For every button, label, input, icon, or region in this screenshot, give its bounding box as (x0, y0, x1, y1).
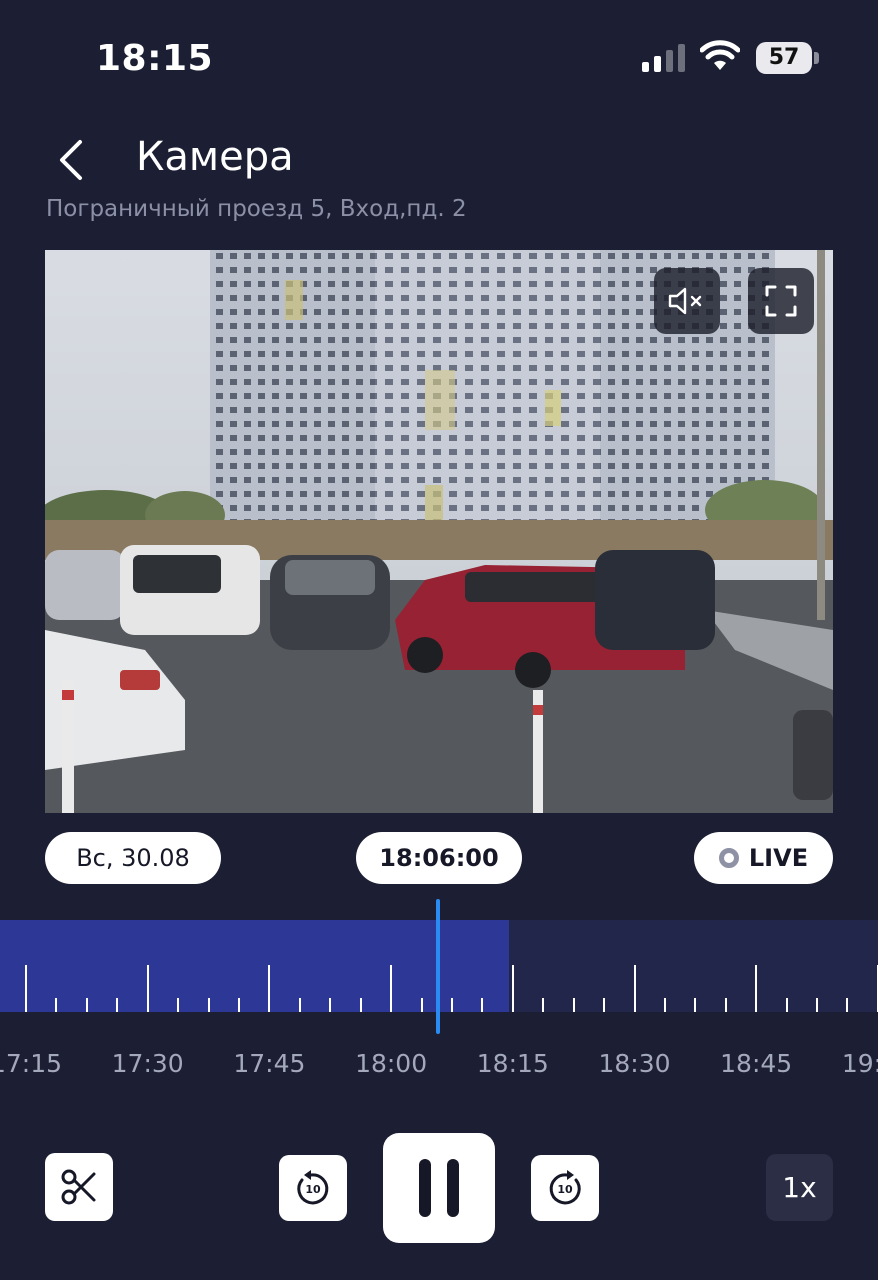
timeline-major-tick (633, 965, 636, 1012)
timeline-label: 18:45 (720, 1049, 793, 1078)
forward-seconds: 10 (557, 1183, 573, 1196)
timeline-minor-tick (481, 998, 484, 1012)
timeline-minor-tick (116, 998, 119, 1012)
mute-button[interactable] (654, 268, 720, 334)
timeline-label: 18:15 (476, 1049, 549, 1078)
battery-indicator: 57 (756, 42, 820, 74)
timeline-recorded-segment (0, 920, 509, 1012)
timeline-major-tick (25, 965, 27, 1012)
timeline-minor-tick (207, 998, 210, 1012)
wifi-icon (700, 40, 740, 70)
page-title: Камера (136, 134, 294, 180)
timeline-minor-tick (785, 998, 788, 1012)
timeline-minor-tick (329, 998, 332, 1012)
timeline-minor-tick (572, 998, 575, 1012)
pause-button[interactable] (383, 1133, 495, 1243)
forward-10-button[interactable]: 10 (531, 1155, 599, 1221)
timeline-minor-tick (359, 998, 362, 1012)
timeline-major-tick (390, 965, 393, 1012)
rewind-seconds: 10 (305, 1183, 321, 1196)
timeline-major-tick (146, 965, 149, 1012)
timeline-label: 17:45 (233, 1049, 306, 1078)
rewind-10-button[interactable]: 10 (279, 1155, 347, 1221)
current-time-badge: 18:06:00 (356, 832, 522, 884)
back-chevron-icon[interactable] (52, 136, 92, 184)
timeline-cursor[interactable] (436, 899, 440, 1034)
timeline-minor-tick (816, 998, 819, 1012)
timeline-minor-tick (85, 998, 88, 1012)
timeline-minor-tick (450, 998, 453, 1012)
timeline-minor-tick (846, 998, 849, 1012)
battery-level: 57 (768, 45, 800, 70)
camera-address: Пограничный проезд 5, Вход,пд. 2 (46, 196, 467, 222)
fullscreen-button[interactable] (748, 268, 814, 334)
timeline-minor-tick (724, 998, 727, 1012)
timeline-label: 19:00 (841, 1049, 878, 1078)
timeline-label: 18:00 (355, 1049, 428, 1078)
clip-button[interactable] (45, 1153, 113, 1221)
live-button[interactable]: LIVE (694, 832, 833, 884)
status-time: 18:15 (96, 38, 214, 79)
timeline-major-tick (755, 965, 758, 1012)
timeline-minor-tick (237, 998, 240, 1012)
playback-speed-button[interactable]: 1x (766, 1154, 833, 1221)
live-dot-icon (718, 848, 739, 868)
speaker-muted-icon (668, 287, 702, 315)
timeline-minor-tick (694, 998, 697, 1012)
live-label: LIVE (748, 844, 809, 872)
timeline-major-tick (268, 965, 271, 1012)
pause-icon (419, 1159, 459, 1217)
camera-frame-image (45, 250, 833, 813)
timeline-minor-tick (663, 998, 666, 1012)
timeline-minor-tick (603, 998, 606, 1012)
fullscreen-icon (765, 285, 797, 317)
timeline-minor-tick (420, 998, 423, 1012)
timeline-label: 17:15 (0, 1049, 63, 1078)
rewind-10-icon: 10 (297, 1170, 329, 1205)
timeline-minor-tick (542, 998, 545, 1012)
date-selector[interactable]: Вс, 30.08 (45, 832, 221, 884)
timeline-label: 17:30 (111, 1049, 184, 1078)
scissors-icon (61, 1169, 96, 1205)
timeline-label: 18:30 (598, 1049, 671, 1078)
camera-video[interactable] (45, 250, 833, 813)
cellular-signal-icon (642, 44, 685, 72)
timeline-minor-tick (177, 998, 180, 1012)
timeline-minor-tick (55, 998, 58, 1012)
timeline-major-tick (511, 965, 514, 1012)
timeline-minor-tick (298, 998, 301, 1012)
forward-10-icon: 10 (549, 1170, 581, 1205)
